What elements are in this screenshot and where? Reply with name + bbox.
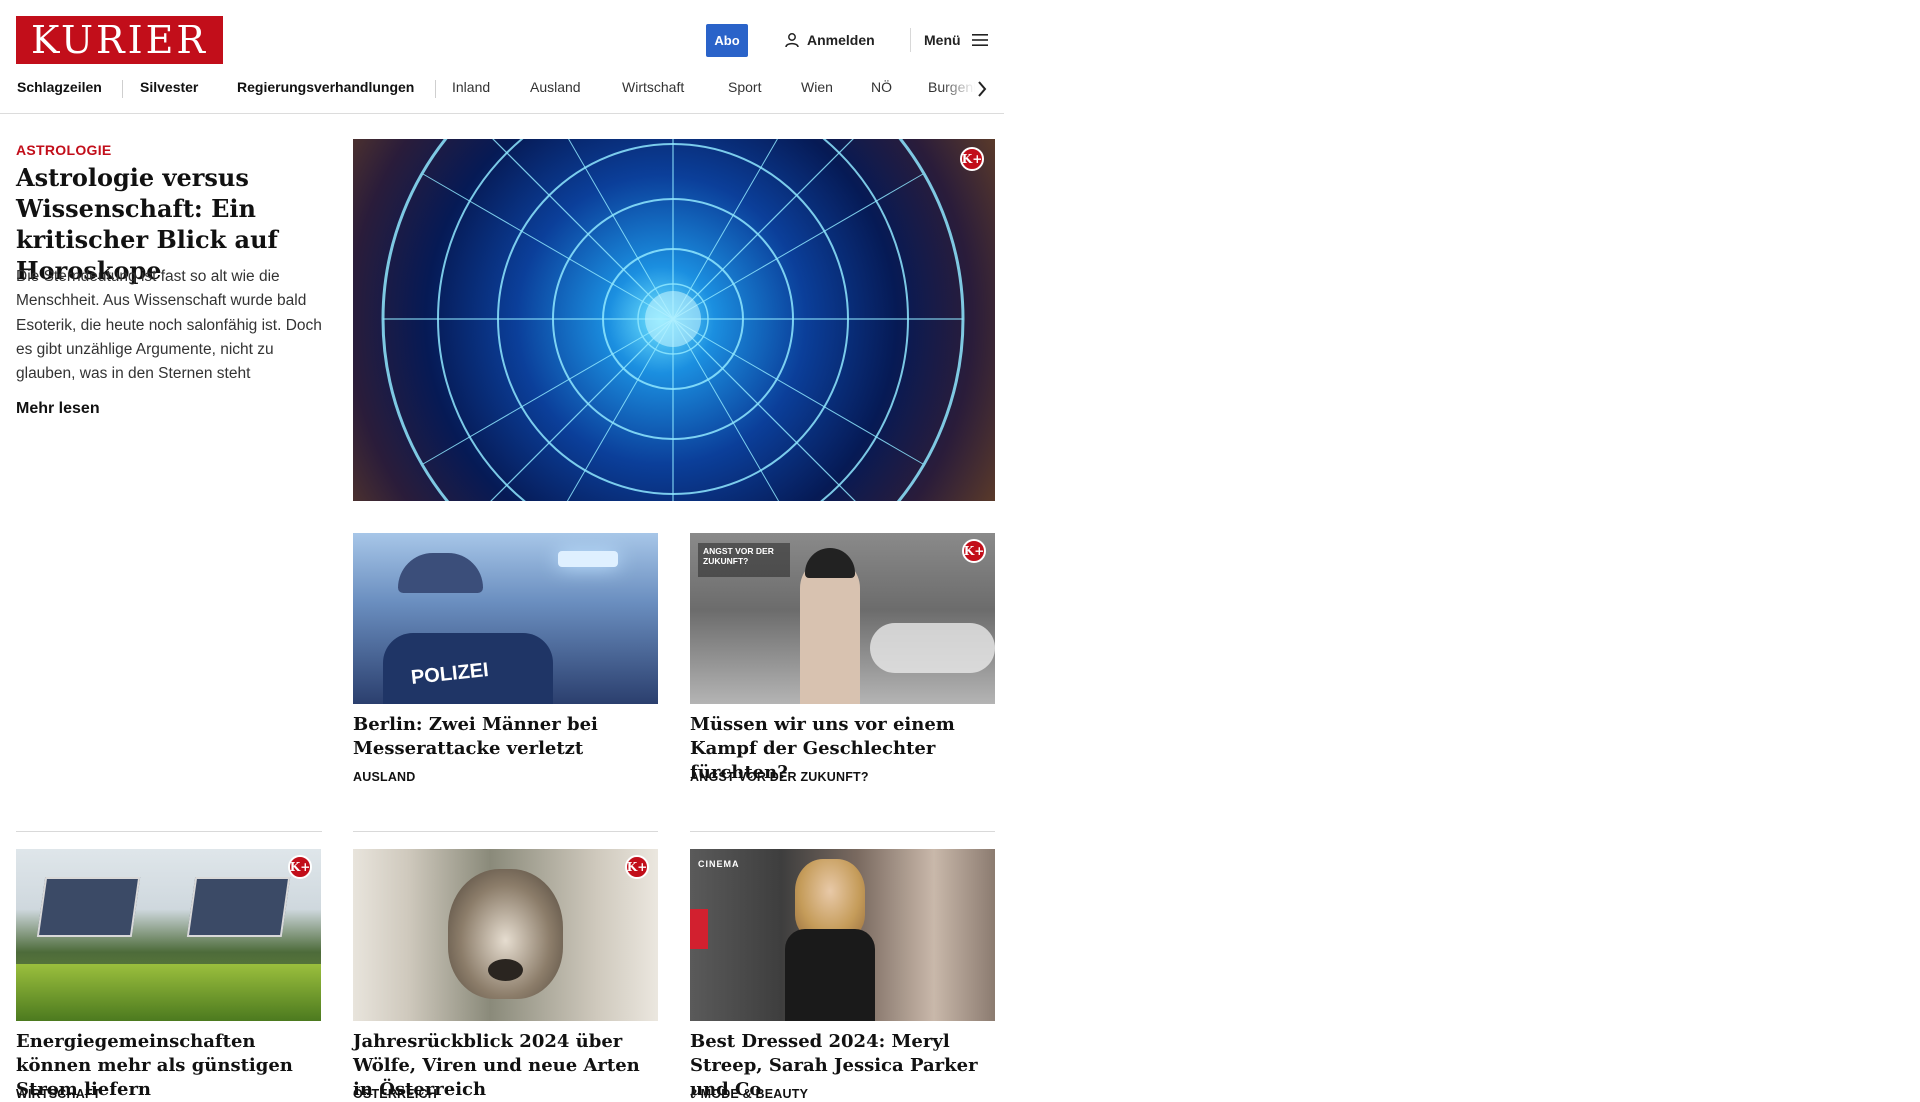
premium-badge: K+ bbox=[288, 855, 312, 879]
premium-badge: K+ bbox=[960, 147, 984, 171]
nav-item-regierungsverhandlungen[interactable]: Regierungsverhandlungen bbox=[237, 79, 414, 95]
read-more-link[interactable]: Mehr lesen bbox=[16, 400, 100, 418]
nav-item-wirtschaft[interactable]: Wirtschaft bbox=[622, 79, 684, 95]
nav-item-noe[interactable]: NÖ bbox=[871, 79, 892, 95]
nav-item-silvester[interactable]: Silvester bbox=[140, 79, 198, 95]
mode-beauty-icon: ℓ bbox=[690, 1087, 697, 1101]
card-category[interactable]: AUSLAND bbox=[353, 770, 416, 784]
premium-badge: K+ bbox=[625, 855, 649, 879]
site-header: KURIER Abo Anmelden Menü Schlagzeilen Si… bbox=[0, 0, 1004, 114]
menu-button[interactable]: Menü bbox=[924, 28, 989, 52]
nav-item-inland[interactable]: Inland bbox=[452, 79, 490, 95]
nav-separator bbox=[435, 80, 436, 98]
protest-photo: ANGST VOR DER ZUKUNFT? K+ bbox=[690, 533, 995, 704]
nav-item-schlagzeilen[interactable]: Schlagzeilen bbox=[17, 79, 102, 95]
premium-badge: K+ bbox=[962, 539, 986, 563]
abo-button[interactable]: Abo bbox=[706, 24, 748, 57]
page: KURIER Abo Anmelden Menü Schlagzeilen Si… bbox=[0, 0, 1920, 1101]
section-nav: Schlagzeilen Silvester Regierungsverhand… bbox=[0, 76, 1004, 102]
solar-roof-photo: K+ bbox=[16, 849, 321, 1021]
card-category[interactable]: ÖSTERREICH bbox=[353, 1087, 437, 1101]
lead-kicker: ASTROLOGIE bbox=[16, 142, 112, 158]
card-category[interactable]: ℓ MODE & BEAUTY bbox=[690, 1087, 808, 1101]
card-title[interactable]: Berlin: Zwei Männer bei Messerat­tacke v… bbox=[353, 713, 658, 761]
card-category-label: MODE & BEAUTY bbox=[700, 1087, 809, 1101]
lead-teaser: Die Sterndeutung ist fast so alt wie die… bbox=[16, 268, 322, 383]
card-category[interactable]: WIRTSCHAFT bbox=[16, 1087, 101, 1101]
wolf-photo: K+ bbox=[353, 849, 658, 1021]
login-label: Anmelden bbox=[807, 32, 875, 48]
nav-item-sport[interactable]: Sport bbox=[728, 79, 761, 95]
user-icon bbox=[784, 32, 800, 48]
image-caption: ANGST VOR DER ZUKUNFT? bbox=[698, 543, 790, 577]
zodiac-wheel-image[interactable]: K+ bbox=[353, 139, 995, 501]
hamburger-icon bbox=[971, 33, 989, 47]
nav-separator bbox=[122, 80, 123, 98]
police-officer-photo: POLIZEI bbox=[353, 533, 658, 704]
image-caption: CINEMA bbox=[698, 859, 740, 869]
nav-item-ausland[interactable]: Ausland bbox=[530, 79, 581, 95]
nav-item-wien[interactable]: Wien bbox=[801, 79, 833, 95]
card-divider bbox=[16, 831, 322, 832]
kurier-logo[interactable]: KURIER bbox=[16, 16, 223, 64]
card-category[interactable]: ANGST VOR DER ZUKUNFT? bbox=[690, 770, 869, 784]
red-carpet-photo: CINEMA bbox=[690, 849, 995, 1021]
card-divider bbox=[690, 831, 995, 832]
nav-scroll-right-button[interactable] bbox=[972, 78, 992, 100]
login-button[interactable]: Anmelden bbox=[784, 28, 875, 52]
header-divider bbox=[910, 28, 911, 52]
menu-label: Menü bbox=[924, 32, 961, 48]
card-divider bbox=[353, 831, 658, 832]
chevron-right-icon bbox=[977, 81, 987, 97]
